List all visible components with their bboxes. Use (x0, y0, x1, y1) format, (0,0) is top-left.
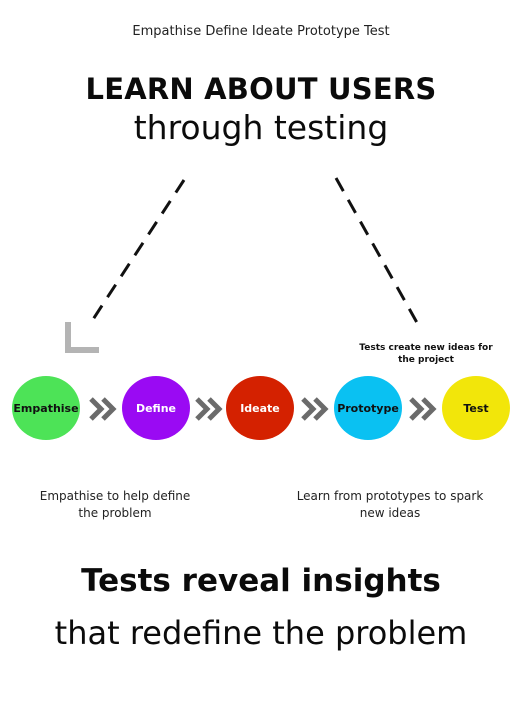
stage-empathise: Empathise (12, 376, 80, 440)
test-note: Tests create new ideas for the project (359, 343, 493, 365)
stage-test: Test (442, 376, 510, 440)
arrow-head-icon (65, 322, 99, 353)
double-chevron-right-icon (409, 397, 437, 421)
bottom-subtitle: that redefine the problem (54, 614, 468, 652)
stage-label: Ideate (240, 401, 280, 415)
subheadline: through testing (133, 108, 389, 147)
bottom-title: Tests reveal insights (81, 563, 441, 599)
dashed-line-left (88, 179, 186, 325)
right-caption: Learn from prototypes to spark new ideas (296, 489, 484, 520)
headline: LEARN ABOUT USERS (85, 72, 437, 106)
left-caption: Empathise to help define the problem (39, 489, 191, 520)
stage-prototype: Prototype (334, 376, 402, 440)
top-title: Empathise Define Ideate Prototype Test (132, 24, 390, 39)
double-chevron-right-icon (89, 397, 117, 421)
double-chevron-right-icon (301, 397, 329, 421)
stage-ideate: Ideate (226, 376, 294, 440)
stage-label: Prototype (337, 401, 399, 415)
stage-label: Define (135, 401, 177, 415)
stage-label: Test (463, 401, 489, 415)
stage-label: Empathise (13, 401, 79, 415)
double-chevron-right-icon (195, 397, 223, 421)
stage-define: Define (122, 376, 190, 440)
dashed-line-right (334, 177, 422, 329)
